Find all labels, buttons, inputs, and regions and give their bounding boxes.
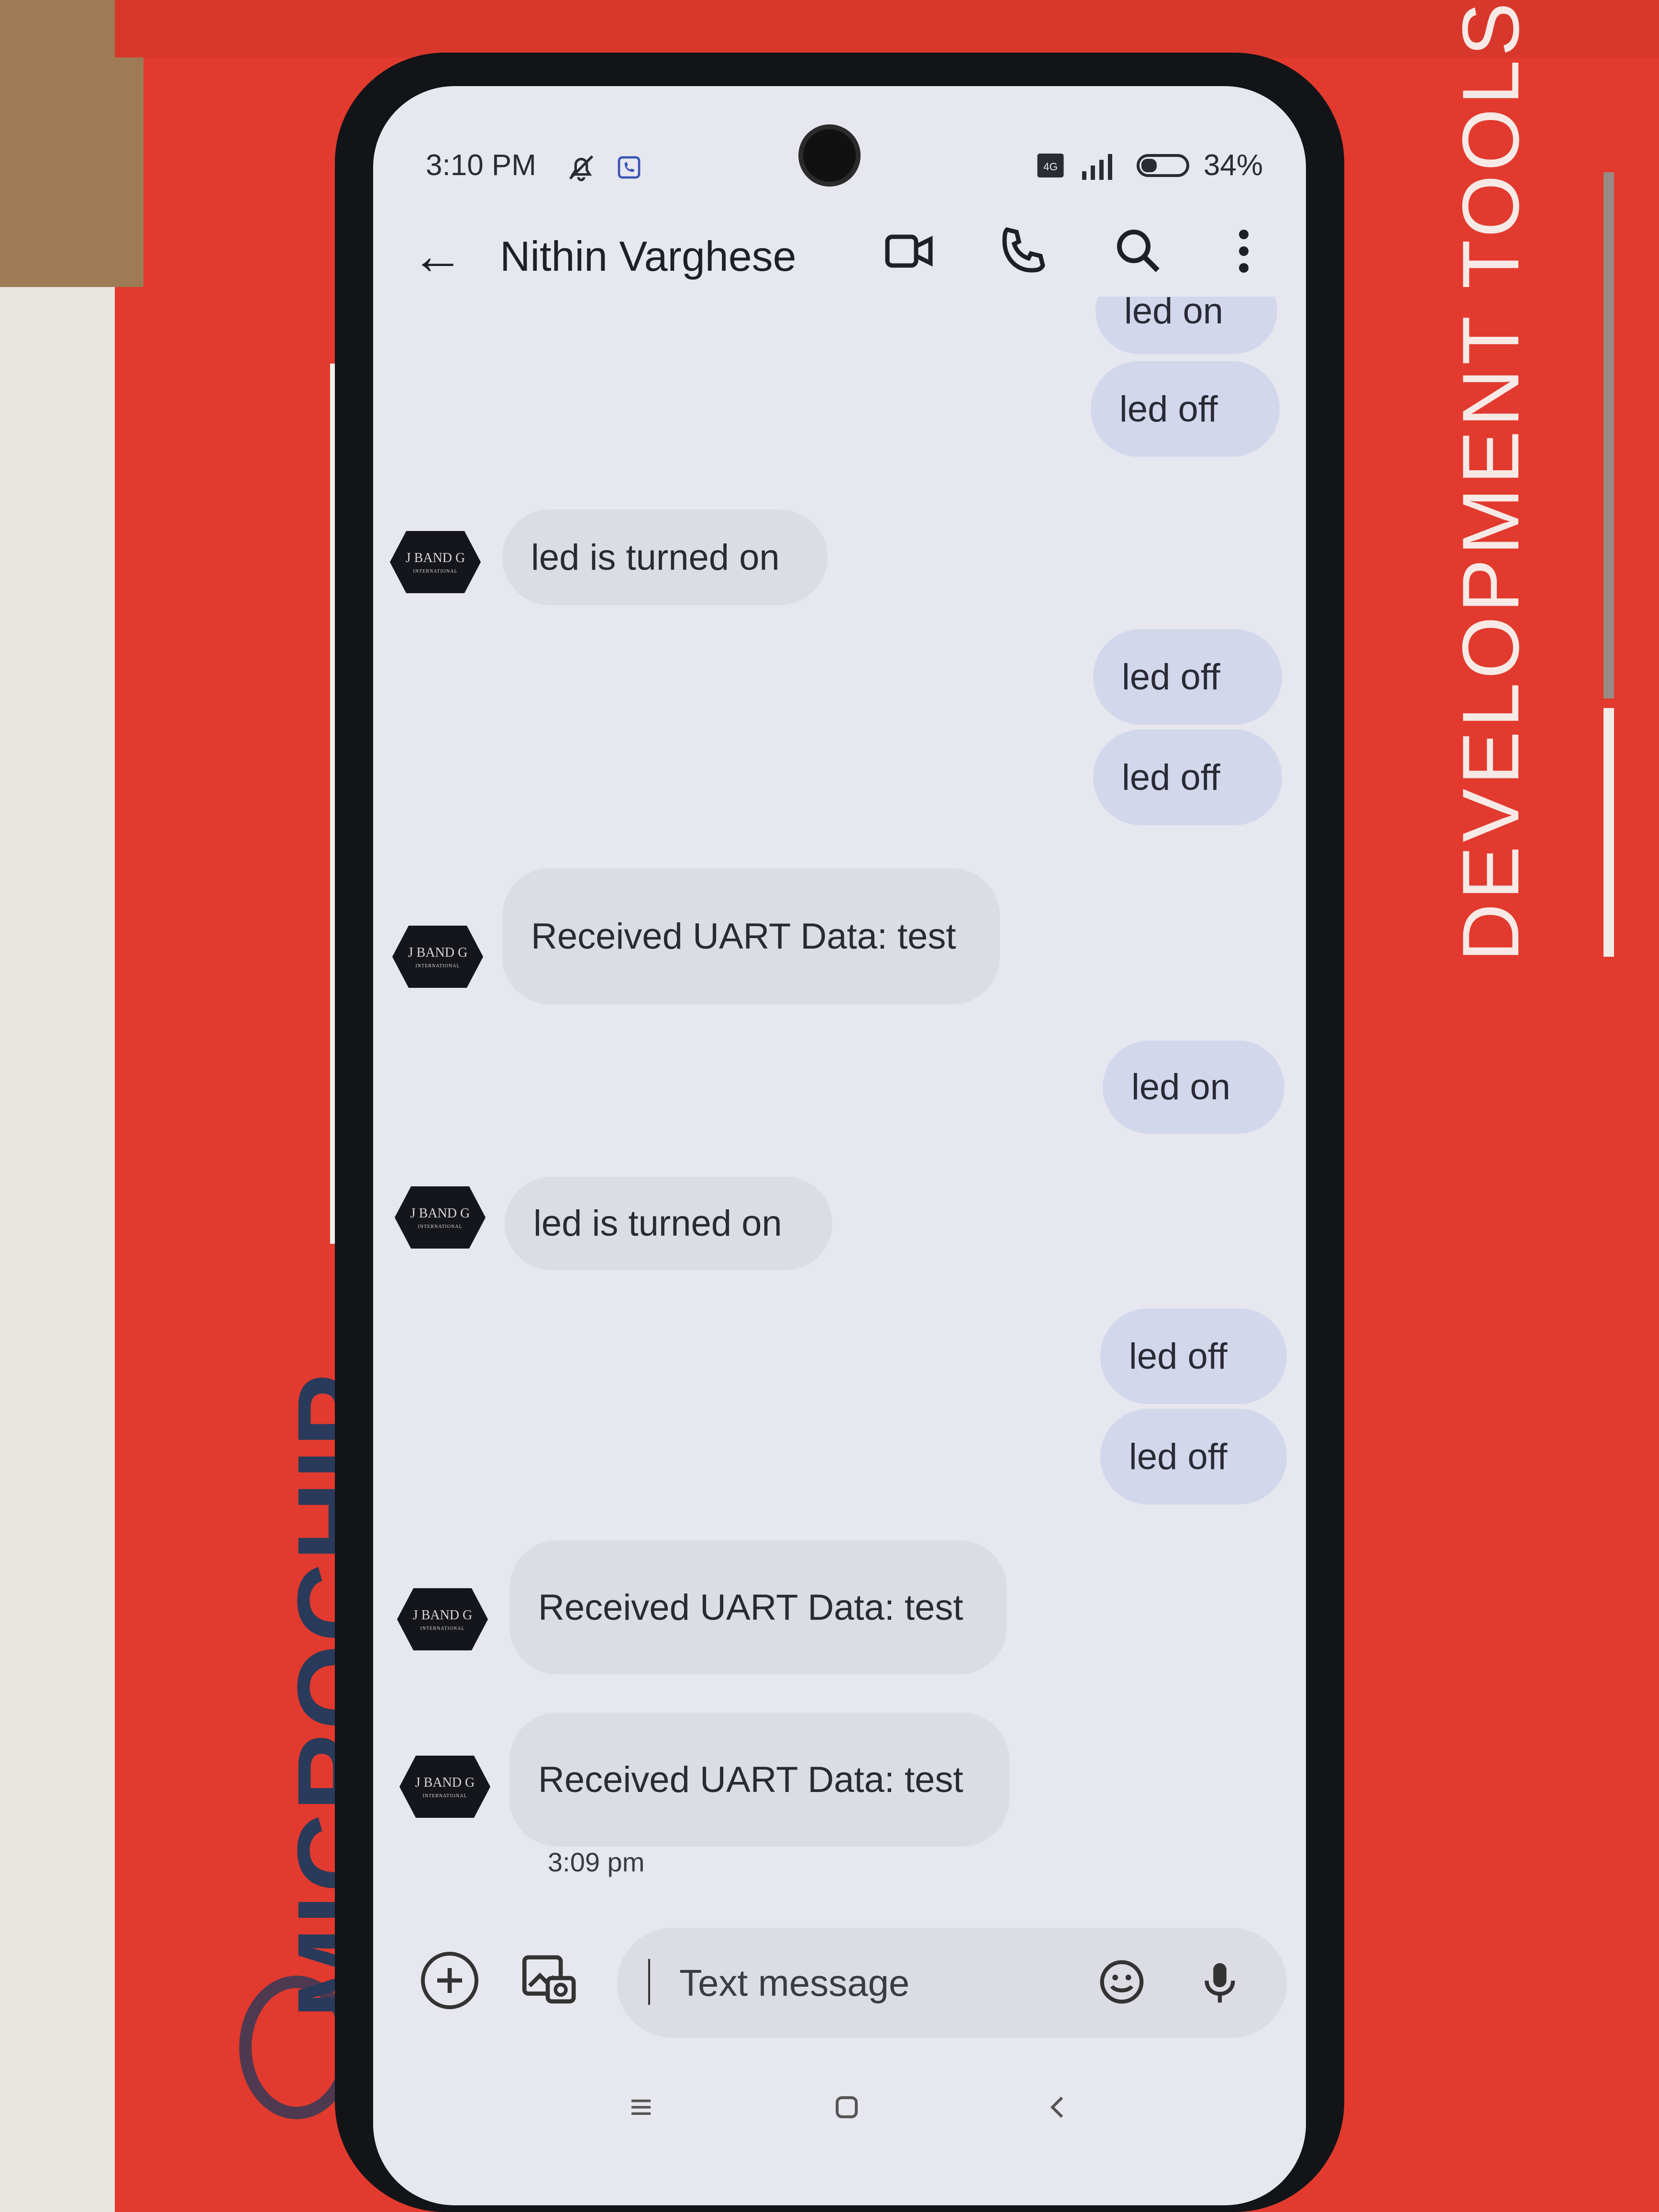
message-text: Received UART Data: test <box>531 916 956 957</box>
message-bubble-incoming[interactable]: Received UART Data: test <box>502 868 1000 1005</box>
status-icons-left <box>564 148 642 184</box>
battery-percent: 34% <box>1203 149 1263 182</box>
plus-icon <box>437 1968 462 1993</box>
text-message-input[interactable] <box>679 1957 1110 2009</box>
message-bubble-outgoing[interactable]: led on <box>1103 1040 1284 1134</box>
box-label-text: DEVELOPMENT TOOLS <box>1446 0 1536 962</box>
microphone-icon[interactable] <box>1194 1954 1246 2012</box>
add-attachment-button[interactable] <box>421 1952 478 2009</box>
conversation-app-bar: ← Nithin Varghese <box>411 201 1263 297</box>
message-bubble-outgoing[interactable]: led off <box>1093 629 1282 725</box>
message-bubble-outgoing[interactable]: led off <box>1100 1409 1287 1504</box>
avatar-subtext: INTERNATIONAL <box>413 568 458 574</box>
contact-avatar[interactable]: J BAND G INTERNATIONAL <box>397 1588 488 1650</box>
recent-apps-icon[interactable] <box>622 2081 660 2134</box>
status-icons-right: 4G 34% <box>1036 148 1263 182</box>
signal-icon <box>1082 154 1112 180</box>
box-stripe <box>1604 172 1614 698</box>
message-bubble-incoming[interactable]: Received UART Data: test <box>509 1713 1009 1847</box>
background-table <box>0 287 115 2212</box>
contact-avatar[interactable]: J BAND G INTERNATIONAL <box>392 926 483 988</box>
message-text: led is turned on <box>533 1203 782 1244</box>
box-stripe-highlight <box>1604 708 1614 957</box>
message-bubble-incoming[interactable]: Received UART Data: test <box>509 1540 1007 1674</box>
avatar-text: J BAND G <box>405 550 465 565</box>
avatar-text: J BAND G <box>410 1206 470 1221</box>
avatar-text: J BAND G <box>412 1607 473 1623</box>
message-bubble-outgoing[interactable]: led off <box>1091 361 1280 457</box>
message-text: Received UART Data: test <box>538 1587 963 1628</box>
contact-avatar[interactable]: J BAND G INTERNATIONAL <box>390 531 481 593</box>
message-bubble-outgoing[interactable]: led off <box>1100 1308 1287 1404</box>
message-text: led is turned on <box>531 537 780 578</box>
message-bubble-incoming[interactable]: led is turned on <box>505 1177 832 1270</box>
background-box-top <box>115 0 1659 57</box>
svg-text:4G: 4G <box>1043 161 1058 173</box>
message-text: led off <box>1119 388 1218 430</box>
message-text: led on <box>1131 1067 1231 1107</box>
contact-avatar[interactable]: J BAND G INTERNATIONAL <box>399 1756 490 1818</box>
message-timestamp: 3:09 pm <box>548 1847 645 1877</box>
message-text: led off <box>1129 1436 1228 1477</box>
message-bubble-incoming[interactable]: led is turned on <box>502 509 828 605</box>
message-text: Received UART Data: test <box>538 1759 963 1800</box>
emoji-icon[interactable] <box>1095 1956 1148 2008</box>
back-nav-icon[interactable] <box>1038 2081 1076 2134</box>
call-notification-icon <box>618 156 641 178</box>
message-text: led off <box>1122 757 1220 798</box>
avatar-subtext: INTERNATIONAL <box>418 1224 463 1229</box>
avatar-subtext: INTERNATIONAL <box>420 1626 465 1631</box>
home-icon[interactable] <box>828 2081 866 2134</box>
status-bar: 3:10 PM 4G 34% <box>426 148 1263 191</box>
search-icon[interactable] <box>1110 222 1167 280</box>
battery-icon <box>1136 154 1189 177</box>
volte-icon: 4G <box>1037 153 1064 177</box>
silent-bell-icon <box>569 155 594 181</box>
message-text: led off <box>1129 1336 1228 1377</box>
status-time: 3:10 PM <box>426 149 536 182</box>
video-call-icon[interactable] <box>880 222 938 280</box>
gallery-camera-icon[interactable] <box>517 1947 579 2009</box>
message-bubble-outgoing[interactable]: led off <box>1093 730 1282 825</box>
more-options-icon[interactable] <box>1215 222 1272 280</box>
system-navigation-bar <box>593 2081 1072 2134</box>
back-arrow-icon[interactable]: ← <box>411 230 464 282</box>
contact-avatar[interactable]: J BAND G INTERNATIONAL <box>395 1186 486 1249</box>
avatar-text: J BAND G <box>408 945 468 960</box>
avatar-subtext: INTERNATIONAL <box>415 963 460 969</box>
contact-name[interactable]: Nithin Varghese <box>500 232 796 281</box>
avatar-text: J BAND G <box>415 1775 475 1790</box>
phone-call-icon[interactable] <box>995 222 1052 280</box>
text-cursor <box>648 1959 650 2005</box>
avatar-subtext: INTERNATIONAL <box>422 1793 467 1799</box>
message-text: led off <box>1122 656 1220 697</box>
